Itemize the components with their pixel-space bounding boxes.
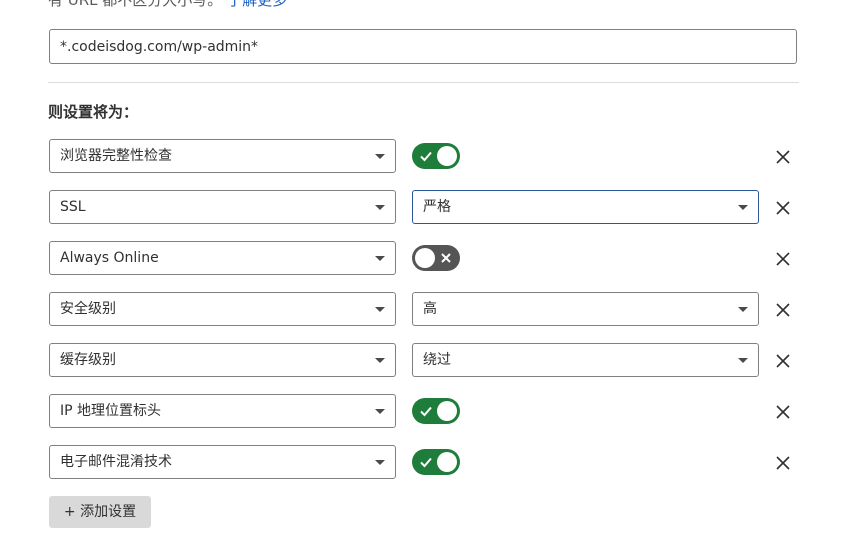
settings-heading: 则设置将为： <box>48 103 139 121</box>
setting-value-select[interactable]: 严格 <box>412 190 759 224</box>
setting-toggle[interactable] <box>412 143 460 169</box>
setting-row: Always Online <box>0 241 843 277</box>
caret-down-icon <box>738 307 748 312</box>
setting-value-select[interactable]: 高 <box>412 292 759 326</box>
close-icon[interactable] <box>773 198 793 218</box>
section-divider <box>48 82 799 83</box>
close-icon[interactable] <box>773 249 793 269</box>
setting-type-label: 电子邮件混淆技术 <box>60 454 172 470</box>
caret-down-icon <box>738 205 748 210</box>
close-icon[interactable] <box>773 300 793 320</box>
setting-value-select[interactable]: 绕过 <box>412 343 759 377</box>
setting-value-label: 高 <box>423 301 437 317</box>
setting-type-label: IP 地理位置标头 <box>60 403 162 419</box>
setting-row: IP 地理位置标头 <box>0 394 843 430</box>
setting-type-select[interactable]: IP 地理位置标头 <box>49 394 396 428</box>
url-pattern-input[interactable] <box>49 29 797 64</box>
setting-type-select[interactable]: 浏览器完整性检查 <box>49 139 396 173</box>
caret-down-icon <box>375 256 385 261</box>
toggle-knob <box>415 248 435 268</box>
toggle-knob <box>437 401 457 421</box>
setting-value-label: 严格 <box>423 199 451 215</box>
learn-more-link[interactable]: 了解更多 <box>227 0 287 9</box>
setting-toggle[interactable] <box>412 449 460 475</box>
caret-down-icon <box>375 460 385 465</box>
check-icon <box>420 457 432 468</box>
setting-row: 电子邮件混淆技术 <box>0 445 843 481</box>
close-icon[interactable] <box>773 147 793 167</box>
setting-type-select[interactable]: 安全级别 <box>49 292 396 326</box>
setting-value-label: 绕过 <box>423 352 451 368</box>
toggle-knob <box>437 146 457 166</box>
caret-down-icon <box>738 358 748 363</box>
close-icon[interactable] <box>773 351 793 371</box>
setting-type-select[interactable]: SSL <box>49 190 396 224</box>
url-case-note-text: 有 URL 都不区分大小写。 <box>48 0 223 9</box>
url-case-note: 有 URL 都不区分大小写。 了解更多 <box>48 0 287 10</box>
add-setting-button[interactable]: + 添加设置 <box>49 496 151 528</box>
setting-type-label: 安全级别 <box>60 301 116 317</box>
toggle-knob <box>437 452 457 472</box>
close-icon[interactable] <box>773 402 793 422</box>
setting-type-label: SSL <box>60 199 86 215</box>
check-icon <box>420 406 432 417</box>
setting-type-label: Always Online <box>60 250 159 266</box>
setting-type-select[interactable]: Always Online <box>49 241 396 275</box>
setting-row: 安全级别 高 <box>0 292 843 328</box>
setting-type-select[interactable]: 电子邮件混淆技术 <box>49 445 396 479</box>
setting-type-select[interactable]: 缓存级别 <box>49 343 396 377</box>
caret-down-icon <box>375 409 385 414</box>
caret-down-icon <box>375 307 385 312</box>
setting-row: 浏览器完整性检查 <box>0 139 843 175</box>
setting-type-label: 浏览器完整性检查 <box>60 148 172 164</box>
setting-toggle[interactable] <box>412 398 460 424</box>
setting-row: 缓存级别 绕过 <box>0 343 843 379</box>
close-icon[interactable] <box>773 453 793 473</box>
check-icon <box>420 151 432 162</box>
caret-down-icon <box>375 205 385 210</box>
caret-down-icon <box>375 154 385 159</box>
x-icon <box>441 253 451 263</box>
setting-row: SSL 严格 <box>0 190 843 226</box>
setting-toggle[interactable] <box>412 245 460 271</box>
setting-type-label: 缓存级别 <box>60 352 116 368</box>
caret-down-icon <box>375 358 385 363</box>
